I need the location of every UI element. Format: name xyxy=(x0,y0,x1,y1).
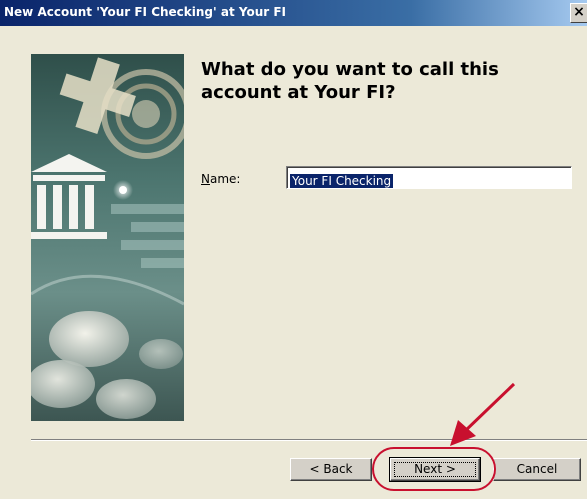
name-label-accelerator: N xyxy=(201,172,210,186)
title-bar[interactable]: New Account 'Your FI Checking' at Your F… xyxy=(0,0,587,26)
cancel-button[interactable]: Cancel xyxy=(493,458,581,481)
window-title: New Account 'Your FI Checking' at Your F… xyxy=(4,5,287,19)
name-label-text: ame: xyxy=(209,172,241,186)
next-button[interactable]: Next > xyxy=(389,457,481,482)
new-account-dialog: New Account 'Your FI Checking' at Your F… xyxy=(0,0,587,499)
back-button[interactable]: < Back xyxy=(290,458,372,481)
name-label: Name: xyxy=(201,172,240,186)
close-button[interactable]: × xyxy=(570,3,587,23)
wizard-banner-image xyxy=(31,54,184,421)
account-name-value: Your FI Checking xyxy=(290,174,394,188)
account-name-input[interactable]: Your FI Checking xyxy=(286,166,572,189)
close-icon: × xyxy=(573,4,585,20)
page-heading: What do you want to call this account at… xyxy=(201,59,499,103)
button-separator xyxy=(31,439,587,441)
focus-rectangle xyxy=(394,462,476,477)
